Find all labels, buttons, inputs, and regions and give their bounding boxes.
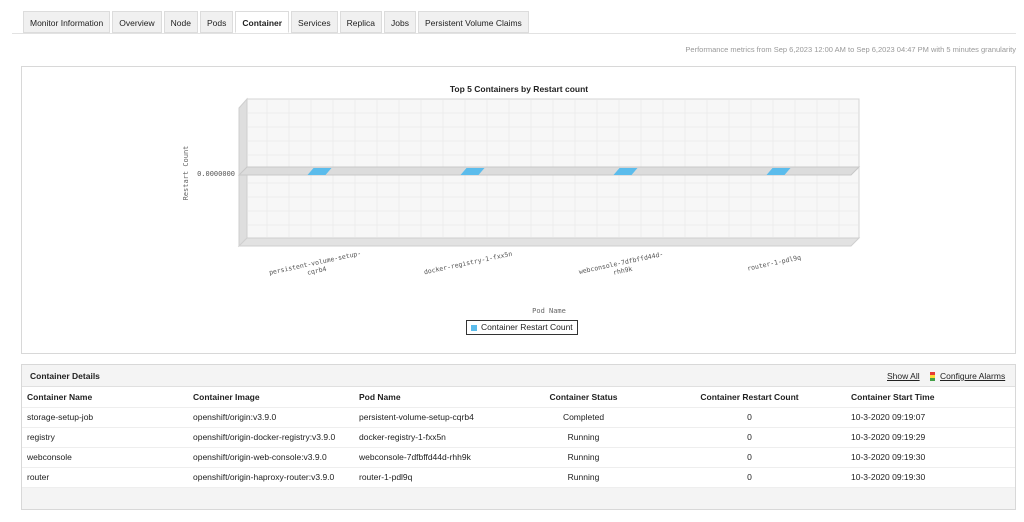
table-header-row: Container Name Container Image Pod Name … [22,387,1015,408]
table-row: registry openshift/origin-docker-registr… [22,427,1015,448]
col-restart-count: Container Restart Count [653,387,846,408]
cell-status: Completed [514,407,653,428]
x-axis-label: Pod Name [532,307,566,315]
configure-alarms-link[interactable]: Configure Alarms [930,365,1005,387]
cell-container-name: router [22,467,188,488]
legend-swatch [471,324,477,331]
cell-restart-count: 0 [653,467,846,488]
cell-start-time: 10-3-2020 09:19:30 [846,447,1015,468]
cell-status: Running [514,447,653,468]
cell-container-name: webconsole [22,447,188,468]
tab-pods[interactable]: Pods [200,11,234,33]
col-container-name: Container Name [22,387,188,408]
container-details-panel: Container Details Show All Configure Ala… [21,364,1016,510]
cell-restart-count: 0 [653,427,846,448]
tab-container[interactable]: Container [235,11,290,33]
y-tick-label: 0.0000000 [197,170,235,178]
y-axis-label: Restart Count [182,146,190,201]
configure-alarms-label: Configure Alarms [940,371,1006,381]
plot-floor [237,237,861,247]
cell-pod-name: docker-registry-1-fxx5n [354,427,514,448]
tab-overview[interactable]: Overview [112,11,162,33]
tab-monitor-information[interactable]: Monitor Information [23,11,111,33]
performance-metrics-note: Performance metrics from Sep 6,2023 12:0… [685,45,1016,54]
cell-start-time: 10-3-2020 09:19:29 [846,427,1015,448]
tab-bar: Monitor Information Overview Node Pods C… [23,11,531,33]
x-tick-label: router-1-pdl9q [746,253,801,272]
col-pod-name: Pod Name [354,387,514,408]
restart-count-chart: Top 5 Containers by Restart count 0.0000… [182,84,861,315]
col-container-image: Container Image [188,387,354,408]
restart-chart-panel: Top 5 Containers by Restart count 0.0000… [21,66,1016,354]
x-tick-label: persistent-volume-setup-cqrb4 [268,249,363,284]
zero-band [237,166,861,176]
cell-restart-count: 0 [653,407,846,428]
cell-pod-name: persistent-volume-setup-cqrb4 [354,407,514,428]
cell-container-image: openshift/origin-web-console:v3.9.0 [188,447,354,468]
chart-legend: Container Restart Count [466,320,578,335]
cell-container-image: openshift/origin-haproxy-router:v3.9.0 [188,467,354,488]
cell-container-image: openshift/origin:v3.9.0 [188,407,354,428]
container-details-title: Container Details [30,371,100,381]
cell-status: Running [514,467,653,488]
col-container-status: Container Status [514,387,653,408]
cell-container-name: registry [22,427,188,448]
tab-services[interactable]: Services [291,11,338,33]
table-row: router openshift/origin-haproxy-router:v… [22,467,1015,488]
cell-pod-name: router-1-pdl9q [354,467,514,488]
col-start-time: Container Start Time [846,387,1015,408]
tab-replica[interactable]: Replica [339,11,382,33]
traffic-light-icon [930,371,935,381]
x-tick-label: webconsole-7dfbffd44d-rhh9k [578,250,666,284]
cell-start-time: 10-3-2020 09:19:07 [846,407,1015,428]
container-details-header: Container Details Show All Configure Ala… [22,365,1015,387]
tab-node[interactable]: Node [163,11,198,33]
cell-start-time: 10-3-2020 09:19:30 [846,467,1015,488]
cell-restart-count: 0 [653,447,846,468]
cell-status: Running [514,427,653,448]
x-tick-label: docker-registry-1-fxx5n [423,250,513,277]
tab-persistent-volume-claims[interactable]: Persistent Volume Claims [417,11,529,33]
table-row: storage-setup-job openshift/origin:v3.9.… [22,407,1015,428]
cell-container-name: storage-setup-job [22,407,188,428]
tab-divider [12,33,1016,34]
legend-label: Container Restart Count [481,322,573,332]
cell-pod-name: webconsole-7dfbffd44d-rhh9k [354,447,514,468]
chart-title: Top 5 Containers by Restart count [450,84,588,94]
tab-jobs[interactable]: Jobs [384,11,416,33]
cell-container-image: openshift/origin-docker-registry:v3.9.0 [188,427,354,448]
container-details-table: Container Name Container Image Pod Name … [22,387,1015,488]
table-row: webconsole openshift/origin-web-console:… [22,447,1015,468]
show-all-link[interactable]: Show All [887,365,920,387]
